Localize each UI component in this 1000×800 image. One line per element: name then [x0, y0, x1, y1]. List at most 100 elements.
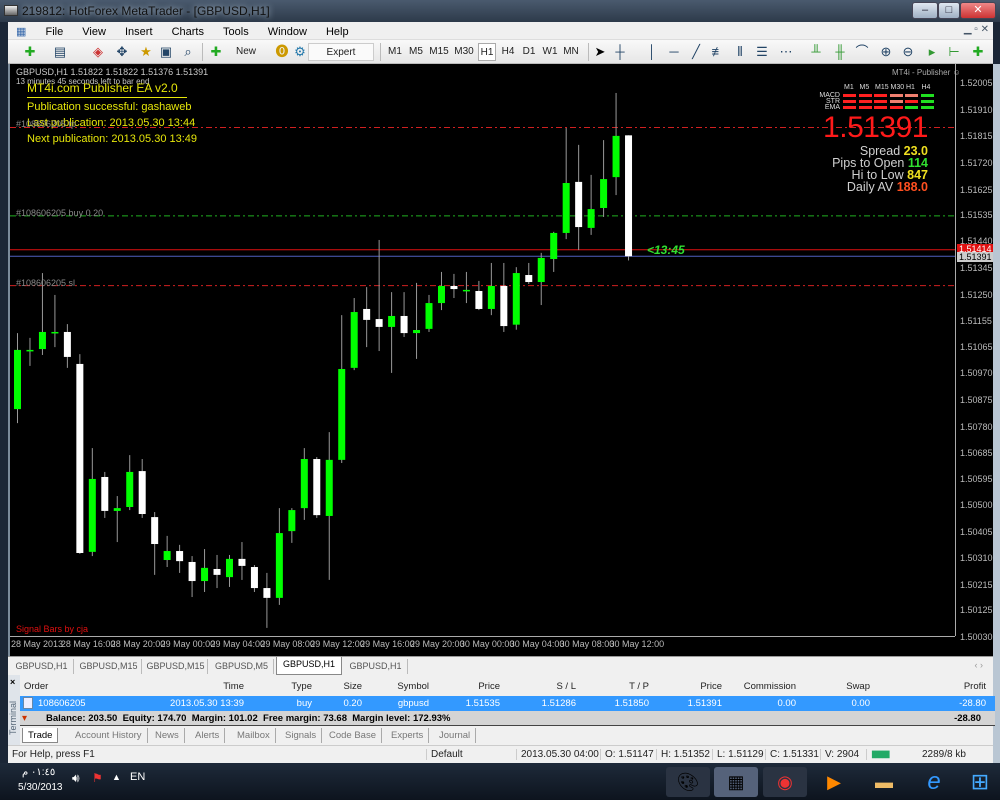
show-hidden-icons[interactable]: ▲: [112, 772, 121, 782]
chart-tabs: GBPUSD,H1 GBPUSD,M15 GBPUSD,M15 GBPUSD,M5 GB…: [8, 656, 993, 675]
terminal-tab[interactable]: Mailbox: [232, 728, 276, 743]
chart-tab[interactable]: GBPUSD,H1: [344, 659, 408, 674]
signal-timeframe: M30: [890, 84, 905, 91]
column-header[interactable]: Type: [291, 681, 312, 692]
new-chart-icon[interactable]: ✚: [22, 44, 38, 60]
gann-icon[interactable]: ⦀: [732, 44, 748, 60]
table-row[interactable]: 108606205 2013.05.30 13:39 buy 0.20 gbpusd 1.…: [20, 696, 995, 711]
chart-tab[interactable]: GBPUSD,M15: [144, 659, 208, 674]
timeframe-w1[interactable]: W1: [541, 43, 559, 61]
timeframe-m5[interactable]: M5: [407, 43, 425, 61]
column-header[interactable]: Swap: [846, 681, 870, 692]
column-header[interactable]: Price: [700, 681, 722, 692]
menu-insert[interactable]: Insert: [117, 23, 161, 38]
explorer-icon[interactable]: ▬: [862, 767, 906, 797]
media-player-icon[interactable]: ▶: [812, 767, 856, 797]
menu-charts[interactable]: Charts: [164, 23, 212, 38]
column-header[interactable]: Profit: [964, 681, 986, 692]
terminal-tab[interactable]: Alerts: [190, 728, 226, 743]
profiles-icon[interactable]: ▤: [52, 44, 68, 60]
favorites-icon[interactable]: ★: [138, 44, 154, 60]
indicators-icon[interactable]: ✚: [970, 44, 986, 60]
start-button[interactable]: ⊞: [958, 767, 1000, 797]
chart-tab[interactable]: GBPUSD,M15: [76, 659, 142, 674]
date[interactable]: 5/30/2013: [18, 782, 63, 793]
timeframe-m15[interactable]: M15: [428, 43, 450, 61]
line-chart-icon[interactable]: ⌒: [854, 44, 870, 60]
terminal-tab[interactable]: Journal: [434, 728, 477, 743]
column-header[interactable]: Symbol: [397, 681, 429, 692]
menu-file[interactable]: File: [37, 23, 71, 38]
close-button[interactable]: ✕: [960, 2, 996, 19]
crosshair-icon[interactable]: ┼: [612, 44, 628, 60]
column-header[interactable]: T / P: [629, 681, 649, 692]
paint-app-icon[interactable]: 🎨︎: [666, 767, 710, 797]
chart-tab[interactable]: GBPUSD,H1: [276, 657, 342, 675]
menu-tools[interactable]: Tools: [215, 23, 257, 38]
terminal-tab[interactable]: Signals: [280, 728, 323, 743]
terminal-tab[interactable]: Trade: [22, 728, 59, 743]
chrome-app-icon[interactable]: ◉: [763, 767, 807, 797]
column-header[interactable]: Size: [344, 681, 362, 692]
signal-cell: [874, 100, 887, 103]
column-header[interactable]: Order: [24, 681, 48, 692]
minimize-button[interactable]: ‒: [912, 2, 938, 19]
candle-bear: [213, 568, 221, 575]
metatrader-app-icon[interactable]: ▦: [714, 767, 758, 797]
cursor-icon[interactable]: ➤: [592, 44, 608, 60]
new-order-button[interactable]: New Order: [224, 43, 268, 75]
chart-shift-icon[interactable]: ⊢: [946, 44, 962, 60]
column-header[interactable]: Commission: [744, 681, 796, 692]
column-header[interactable]: Time: [223, 681, 244, 692]
menu-help[interactable]: Help: [318, 23, 357, 38]
terminal-tab[interactable]: Code Base: [324, 728, 383, 743]
stat-value: 188.0: [896, 180, 928, 194]
fibo-levels-icon[interactable]: ⋯: [778, 44, 794, 60]
tester-icon[interactable]: ⌕: [180, 44, 196, 60]
maximize-button[interactable]: □: [938, 2, 960, 19]
chart-window[interactable]: GBPUSD,H1 1.51822 1.51822 1.51376 1.5139…: [8, 64, 995, 656]
column-header[interactable]: Price: [478, 681, 500, 692]
expert-advisors-button[interactable]: Expert Advisors: [308, 43, 374, 76]
chart-tab[interactable]: GBPUSD,M5: [210, 659, 274, 674]
fibo-icon[interactable]: ☰: [754, 44, 770, 60]
timeframe-h1[interactable]: H1: [478, 43, 496, 61]
speaker-icon[interactable]: 🔊︎: [72, 771, 80, 786]
trendline-icon[interactable]: ╱: [688, 44, 704, 60]
zoom-out-icon[interactable]: ⊖: [900, 44, 916, 60]
candlestick-chart[interactable]: [10, 64, 995, 656]
zoom-in-icon[interactable]: ⊕: [878, 44, 894, 60]
clock[interactable]: ٠١:٤٥ م: [22, 767, 55, 778]
tab-scroll-arrows[interactable]: ‹ ›: [975, 660, 984, 670]
column-header[interactable]: S / L: [556, 681, 576, 692]
timeframe-m1[interactable]: M1: [386, 43, 404, 61]
signal-cell: [843, 106, 856, 109]
timeframe-mn[interactable]: MN: [562, 43, 580, 61]
bar-chart-icon[interactable]: ╨: [808, 44, 824, 60]
close-terminal-icon[interactable]: ×: [10, 677, 15, 687]
status-bar: For Help, press F1 Default 2013.05.30 04…: [8, 745, 993, 763]
terminal-icon[interactable]: ▣: [158, 44, 174, 60]
menu-view[interactable]: View: [74, 23, 114, 38]
market-watch-icon[interactable]: ◈: [90, 44, 106, 60]
menu-window[interactable]: Window: [260, 23, 315, 38]
navigator-icon[interactable]: ✥: [114, 44, 130, 60]
action-center-flag-icon[interactable]: ⚑: [92, 771, 103, 785]
vertical-line-icon[interactable]: │: [644, 44, 660, 60]
internet-explorer-icon[interactable]: e: [912, 767, 956, 797]
channel-icon[interactable]: ≢: [710, 44, 726, 60]
candlestick-icon[interactable]: ╫: [832, 44, 848, 60]
timeframe-m30[interactable]: M30: [453, 43, 475, 61]
terminal-tab[interactable]: Experts: [386, 728, 430, 743]
timeframe-d1[interactable]: D1: [520, 43, 538, 61]
terminal-tab[interactable]: News: [150, 728, 185, 743]
horizontal-line-icon[interactable]: ─: [666, 44, 682, 60]
autoscroll-icon[interactable]: ▸: [924, 44, 940, 60]
mdi-controls[interactable]: ▁ ▫ ✕: [964, 24, 989, 35]
candle-bull: [587, 209, 595, 228]
language-indicator[interactable]: EN: [130, 771, 145, 783]
chart-tab[interactable]: GBPUSD,H1: [10, 659, 74, 674]
timeframe-h4[interactable]: H4: [499, 43, 517, 61]
alert-icon[interactable]: ⓿: [274, 44, 290, 60]
terminal-tab[interactable]: Account History: [70, 728, 148, 743]
